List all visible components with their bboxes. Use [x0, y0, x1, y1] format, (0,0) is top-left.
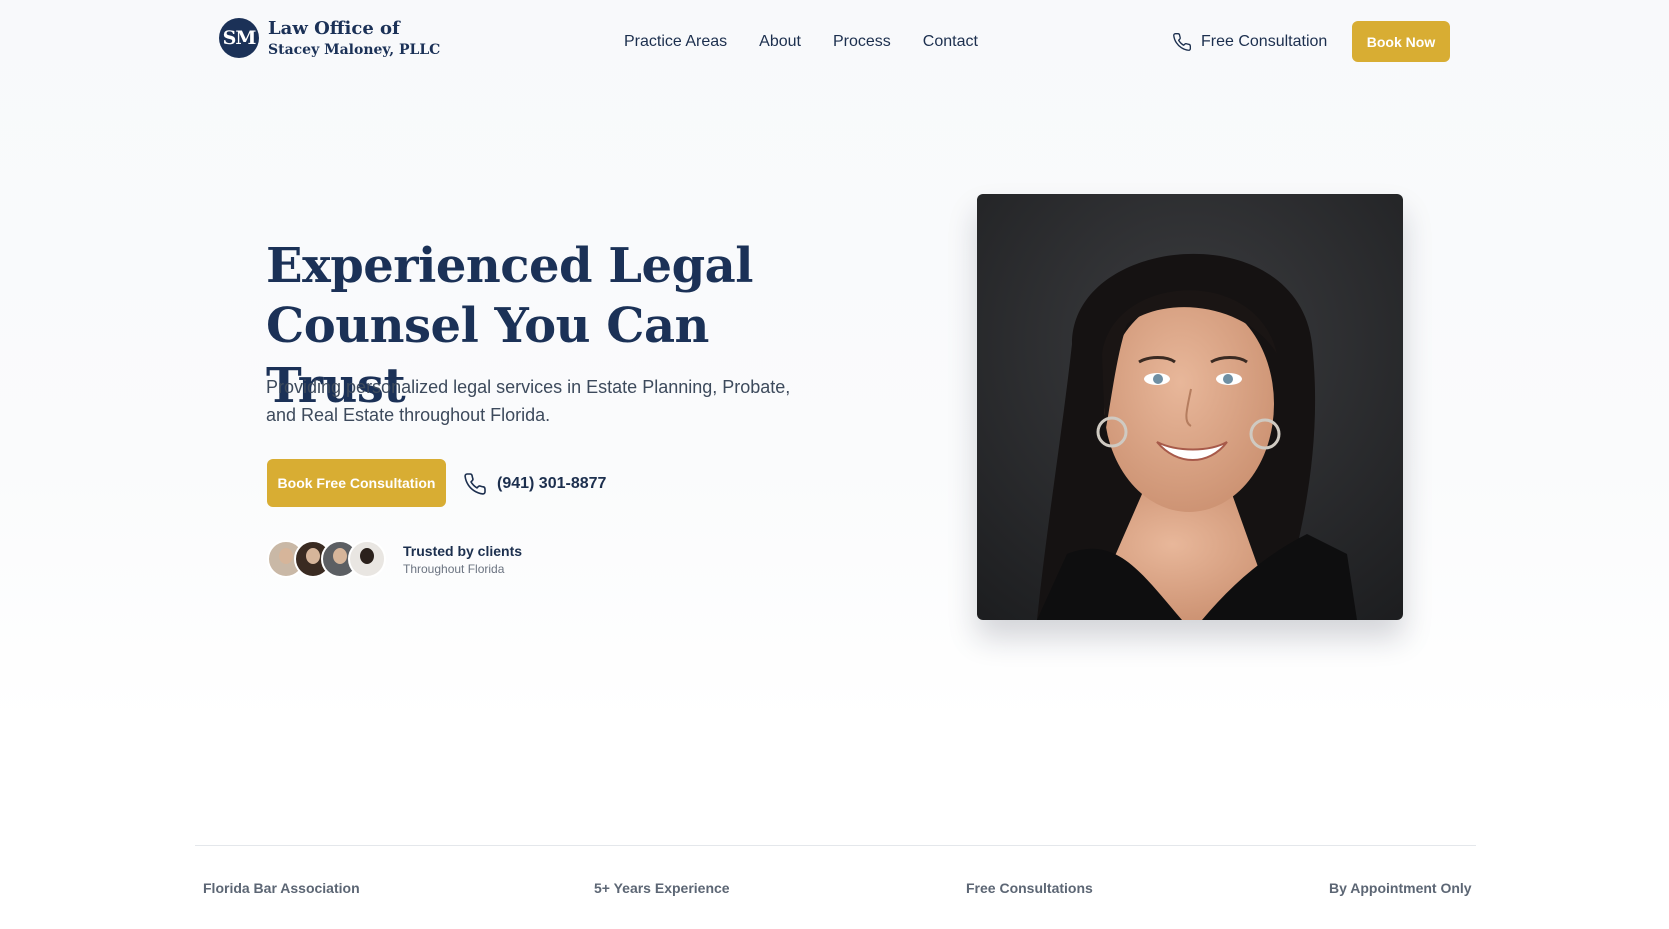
logo-text: Law Office of Stacey Maloney, PLLC	[268, 18, 440, 58]
logo[interactable]: SM Law Office of Stacey Maloney, PLLC	[219, 18, 440, 59]
trust-block: Trusted by clients Throughout Florida	[267, 540, 522, 578]
stat-years-experience: 5+ Years Experience	[594, 880, 730, 896]
logo-line-1: Law Office of	[268, 18, 400, 39]
stat-free-consultations: Free Consultations	[966, 880, 1093, 896]
header-phone-label: Free Consultation	[1201, 33, 1328, 50]
header-phone-link[interactable]: Free Consultation	[1172, 32, 1327, 52]
stats-divider	[195, 845, 1476, 846]
phone-icon	[464, 473, 486, 495]
book-free-consultation-button[interactable]: Book Free Consultation	[267, 459, 446, 507]
nav-about[interactable]: About	[759, 33, 801, 51]
client-avatars	[267, 540, 386, 578]
trust-subtitle: Throughout Florida	[403, 561, 505, 576]
book-now-button[interactable]: Book Now	[1352, 21, 1450, 62]
site-header: SM Law Office of Stacey Maloney, PLLC Pr…	[0, 0, 1669, 84]
stat-florida-bar: Florida Bar Association	[203, 880, 360, 896]
logo-line-2: Stacey Maloney, PLLC	[268, 41, 441, 58]
hero-phone-link[interactable]: (941) 301-8877	[463, 472, 606, 496]
phone-icon	[1173, 32, 1192, 51]
trust-title: Trusted by clients	[403, 542, 523, 559]
nav-practice-areas[interactable]: Practice Areas	[624, 33, 727, 51]
hero-phone-number: (941) 301-8877	[497, 475, 607, 492]
attorney-portrait	[977, 194, 1403, 620]
page-background	[0, 0, 1669, 929]
logo-badge: SM	[219, 18, 259, 59]
portrait-image	[977, 194, 1403, 620]
nav-contact[interactable]: Contact	[923, 33, 978, 51]
avatar	[348, 540, 386, 578]
stat-by-appointment: By Appointment Only	[1329, 880, 1472, 896]
nav-process[interactable]: Process	[833, 33, 891, 51]
hero-subtitle: Providing personalized legal services in…	[266, 377, 791, 425]
trust-text: Trusted by clients Throughout Florida	[403, 543, 522, 576]
main-nav: Practice Areas About Process Contact	[624, 33, 978, 51]
